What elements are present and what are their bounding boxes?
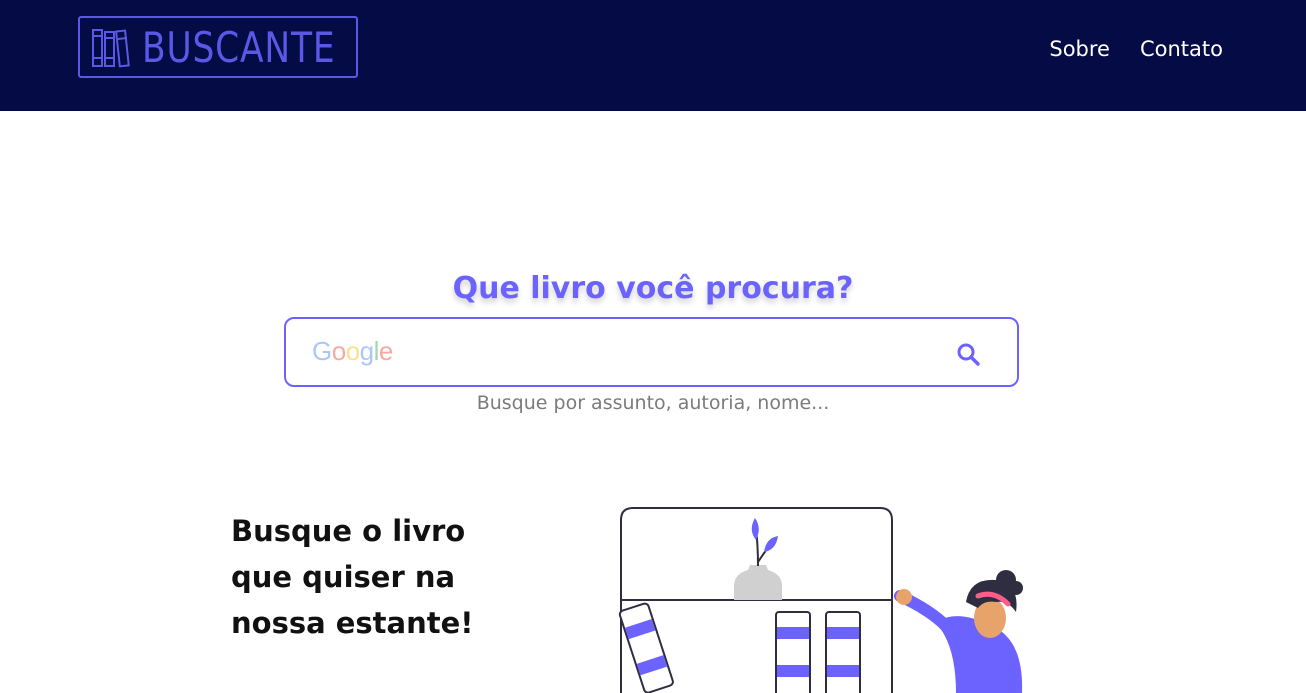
promo-heading: Busque o livro que quiser na nossa estan… bbox=[231, 508, 531, 646]
person-figure bbox=[894, 570, 1023, 693]
nav-link-sobre[interactable]: Sobre bbox=[1049, 34, 1110, 64]
magnifier-icon bbox=[957, 343, 980, 366]
logo-text: BUSCANTE bbox=[142, 23, 336, 72]
main-nav: Sobre Contato bbox=[1049, 34, 1223, 64]
plant-leaf bbox=[764, 536, 778, 552]
nav-link-contato[interactable]: Contato bbox=[1140, 34, 1223, 64]
bookshelf-illustration bbox=[618, 507, 1023, 693]
vase bbox=[734, 565, 782, 600]
promo-line: nossa estante! bbox=[231, 606, 474, 640]
site-logo[interactable]: BUSCANTE bbox=[78, 16, 358, 78]
site-header: BUSCANTE Sobre Contato bbox=[0, 0, 1306, 111]
promo-line: Busque o livro bbox=[231, 514, 466, 548]
book-tilted bbox=[618, 602, 674, 693]
search-title: Que livro você procura? bbox=[452, 271, 854, 306]
search-hint: Busque por assunto, autoria, nome... bbox=[476, 392, 830, 414]
search-button[interactable] bbox=[955, 341, 983, 369]
books-icon bbox=[92, 29, 130, 68]
book-upright bbox=[775, 611, 811, 693]
promo-line: que quiser na bbox=[231, 560, 456, 594]
search-input[interactable] bbox=[310, 331, 934, 375]
book-upright bbox=[825, 611, 861, 693]
search-box: Google bbox=[284, 317, 1019, 387]
